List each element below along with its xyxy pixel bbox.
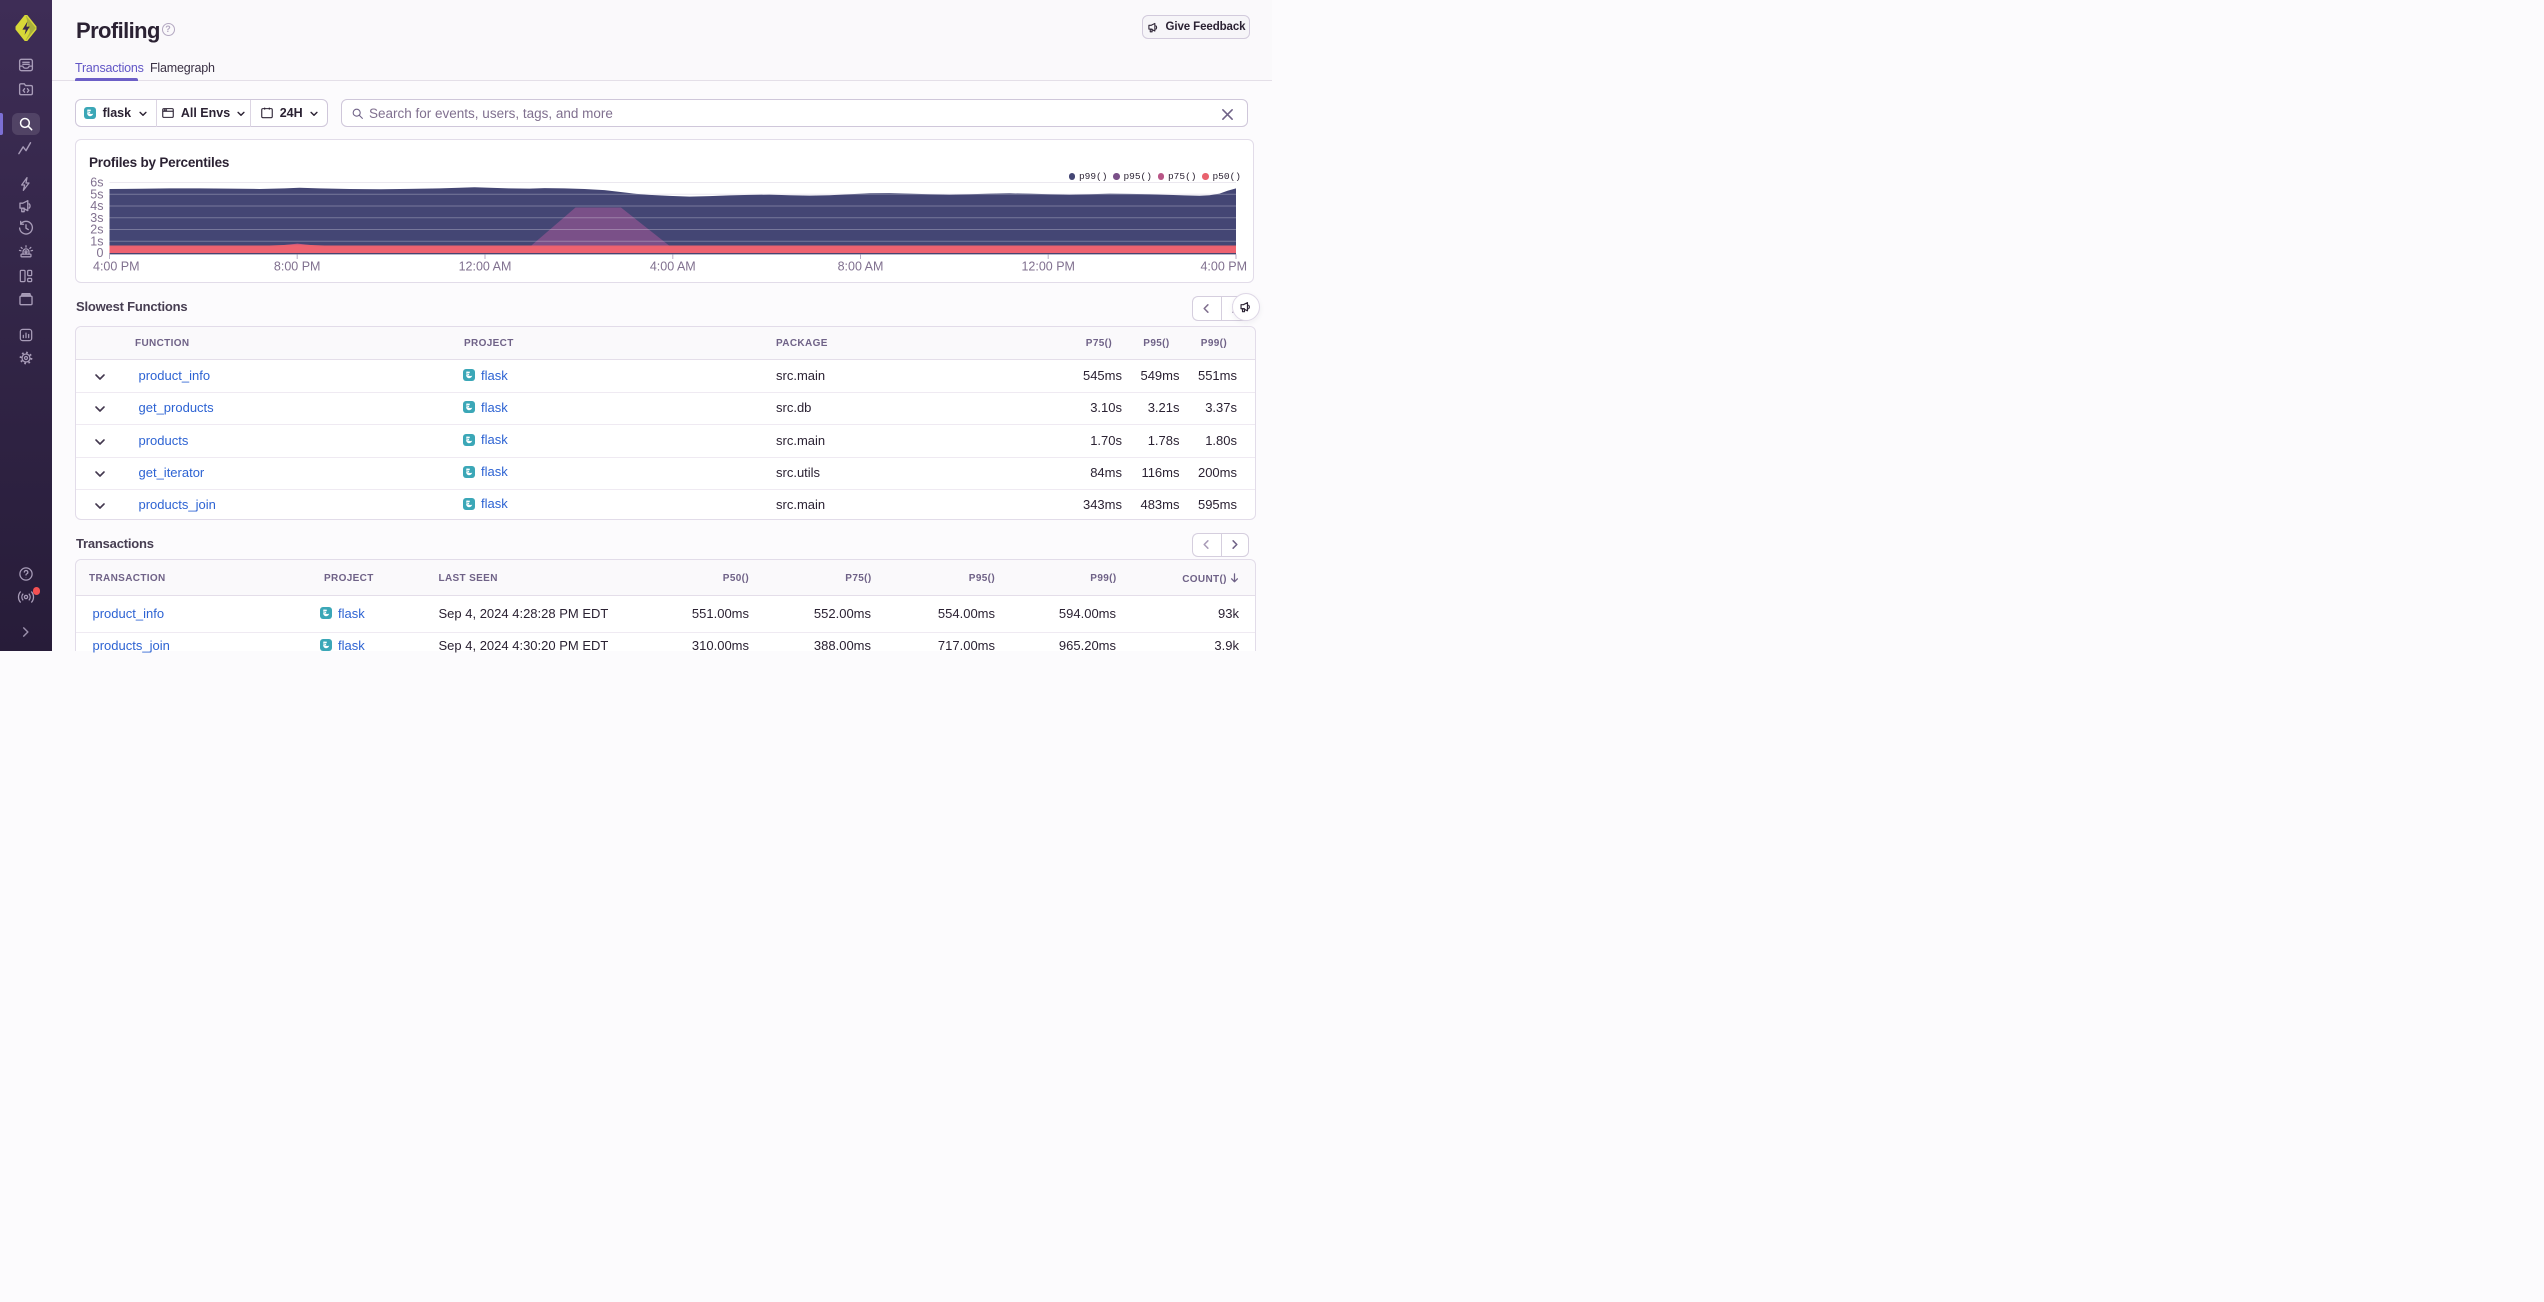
svg-text:4:00 AM: 4:00 AM: [650, 260, 696, 274]
svg-text:8:00 PM: 8:00 PM: [274, 260, 321, 274]
svg-text:12:00 PM: 12:00 PM: [1021, 260, 1075, 274]
svg-text:6s: 6s: [90, 176, 103, 190]
svg-text:4:00 PM: 4:00 PM: [93, 260, 140, 274]
svg-text:12:00 AM: 12:00 AM: [459, 260, 512, 274]
svg-text:4:00 PM: 4:00 PM: [1200, 260, 1247, 274]
svg-text:8:00 AM: 8:00 AM: [838, 260, 884, 274]
